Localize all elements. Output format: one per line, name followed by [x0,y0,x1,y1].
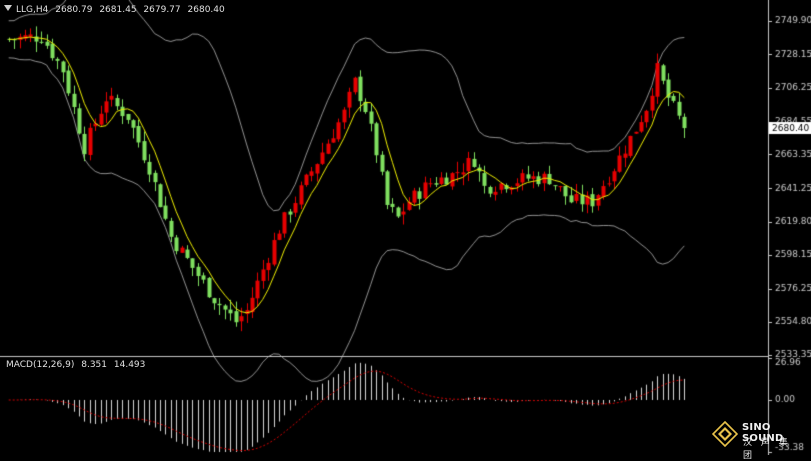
sino-sound-logo-icon [712,421,738,447]
macd-signal-value: 14.493 [113,360,146,370]
symbol-label: LLG,H4 [16,5,49,15]
price-chart-canvas[interactable] [0,0,811,455]
low-value: 2679.77 [143,5,181,15]
open-value: 2680.79 [55,5,93,15]
macd-label: MACD(12,26,9) [6,360,75,370]
high-value: 2681.45 [99,5,137,15]
collapse-triangle-icon[interactable] [4,5,12,11]
brand-subtitle: 汉 声 集 团 [743,438,791,461]
brand-watermark: SINO SOUND 汉 声 集 团 [712,418,808,461]
close-value: 2680.40 [187,5,225,15]
macd-main-value: 8.351 [81,360,107,370]
macd-header: MACD(12,26,9) 8.351 14.493 [6,360,149,370]
chart-header: LLG,H4 2680.79 2681.45 2679.77 2680.40 [4,5,229,15]
